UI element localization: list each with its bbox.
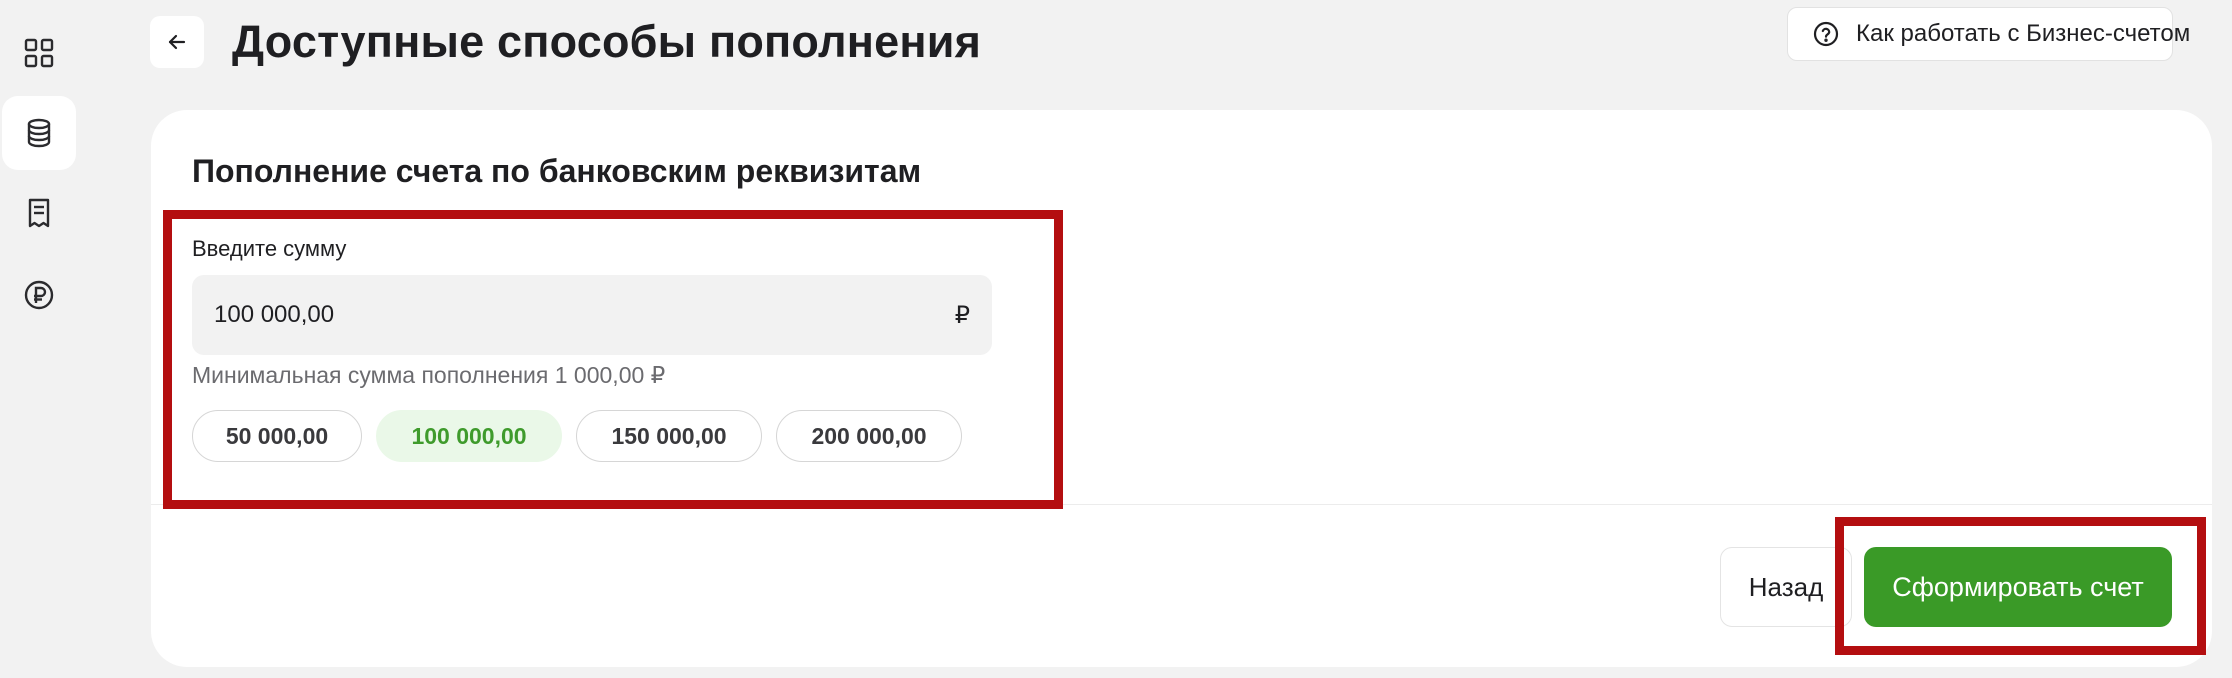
database-icon (27, 118, 51, 148)
question-circle-icon (1813, 21, 1839, 47)
preset-chip-200000[interactable]: 200 000,00 (776, 410, 962, 462)
min-amount-hint: Минимальная сумма пополнения 1 000,00 ₽ (192, 362, 666, 388)
receipt-icon (28, 198, 50, 228)
preset-chip-100000[interactable]: 100 000,00 (376, 410, 562, 462)
preset-chip-50000[interactable]: 50 000,00 (192, 410, 362, 462)
grid-icon (24, 38, 54, 68)
help-button-label: Как работать с Бизнес-счетом (1856, 20, 2191, 47)
section-title: Пополнение счета по банковским реквизита… (192, 153, 922, 189)
back-button[interactable]: Назад (1720, 547, 1852, 627)
sidebar-item-payments[interactable] (2, 258, 76, 332)
arrow-left-icon (168, 34, 186, 50)
card-divider (151, 504, 2212, 505)
generate-invoice-button[interactable]: Сформировать счет (1864, 547, 2172, 627)
currency-symbol: ₽ (954, 301, 970, 329)
sidebar-item-documents[interactable] (2, 176, 76, 250)
top-up-card: Пополнение счета по банковским реквизита… (151, 110, 2212, 667)
amount-field[interactable]: ₽ (192, 275, 992, 355)
preset-chip-150000[interactable]: 150 000,00 (576, 410, 762, 462)
amount-input[interactable] (214, 301, 955, 329)
amount-presets: 50 000,00 100 000,00 150 000,00 200 000,… (192, 410, 962, 462)
sidebar-item-dashboard[interactable] (2, 16, 76, 90)
sidebar-item-accounts[interactable] (2, 96, 76, 170)
help-business-account-button[interactable]: Как работать с Бизнес-счетом (1787, 7, 2190, 61)
sidebar (0, 0, 78, 678)
page-title: Доступные способы пополнения (232, 16, 982, 67)
ruble-icon (24, 280, 54, 310)
back-arrow-button[interactable] (150, 16, 204, 68)
amount-label: Введите сумму (192, 236, 347, 261)
